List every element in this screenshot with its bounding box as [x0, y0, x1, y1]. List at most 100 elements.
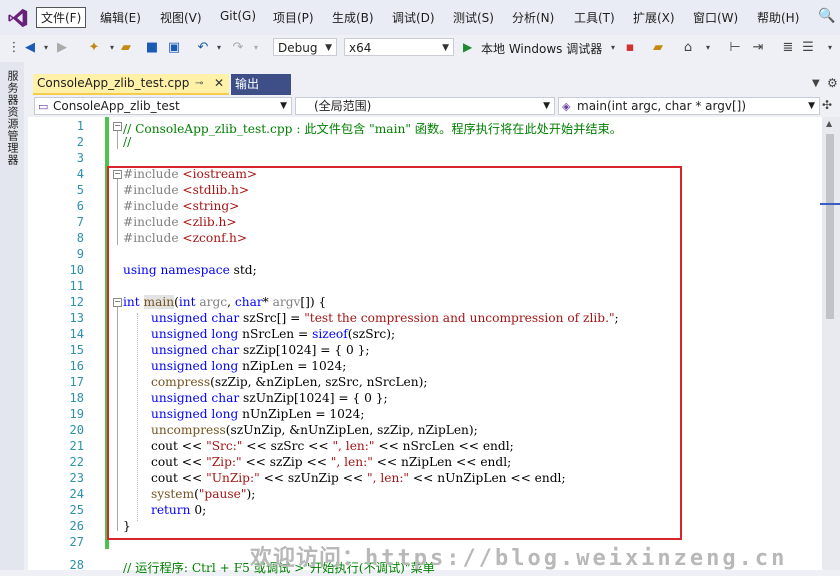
line-number: 1	[76, 119, 84, 133]
scrollbar-caret-marker	[820, 203, 840, 205]
scope-select[interactable]: (全局范围) ▼	[295, 97, 555, 115]
chevron-down-icon: ▼	[543, 101, 550, 111]
line-number: 27	[69, 535, 84, 549]
line-number: 9	[76, 247, 84, 261]
member-value: main(int argc, char * argv[])	[577, 99, 747, 113]
cpp-project-icon: ▭	[38, 100, 49, 113]
find-in-files-icon[interactable]: ▰	[650, 40, 666, 56]
menu-item-2[interactable]: 视图(V)	[160, 9, 202, 26]
menu-bar: 文件(F) 编辑(E) 视图(V) Git(G) 项目(P) 生成(B) 调试(D) 测试(S…	[0, 0, 840, 35]
uncomment-icon[interactable]: ☰	[800, 40, 816, 56]
scope-value: (全局范围)	[314, 99, 372, 113]
undo-icon[interactable]: ↶	[195, 40, 211, 56]
pin-icon[interactable]: ⊸	[195, 74, 203, 93]
configuration-value: Debug	[278, 41, 318, 55]
back-dropdown-icon[interactable]: ▾	[38, 40, 54, 56]
save-icon[interactable]: ■	[144, 40, 160, 56]
line-number: 20	[69, 423, 84, 437]
menu-item-1[interactable]: 编辑(E)	[100, 9, 141, 26]
menu-item-7[interactable]: 测试(S)	[453, 9, 494, 26]
line-number: 5	[76, 183, 84, 197]
line-number: 6	[76, 199, 84, 213]
toolbar-grip-icon: ⋮	[7, 40, 21, 55]
menu-item-11[interactable]: 窗口(W)	[693, 9, 738, 26]
tab-output[interactable]: 输出	[231, 74, 291, 95]
visual-studio-logo-icon[interactable]	[7, 7, 29, 29]
line-number: 21	[69, 439, 84, 453]
highlight-annotation-box	[107, 166, 682, 540]
home-dropdown-icon[interactable]: ▾	[700, 40, 716, 56]
line-number: 13	[69, 311, 84, 325]
comment-icon[interactable]: ≣	[780, 40, 796, 56]
standard-toolbar: ⋮ ◀ ▾ ▶ ✦ ▾ ▰ ■ ▣ ↶ ▾ ↷ ▾ Debug ▼ x64 ▼ ▶ …	[0, 35, 840, 62]
project-select[interactable]: ▭ ConsoleApp_zlib_test ▼	[34, 97, 292, 115]
back-icon[interactable]: ◀	[22, 40, 38, 56]
member-select[interactable]: ◈ main(int argc, char * argv[]) ▼	[558, 97, 820, 115]
save-all-icon[interactable]: ▣	[166, 40, 182, 56]
search-icon[interactable]: 🔍	[818, 8, 835, 24]
scroll-up-icon[interactable]: ▲	[826, 119, 832, 128]
menu-item-6[interactable]: 调试(D)	[392, 9, 435, 26]
line-number: 3	[76, 151, 84, 165]
redo-icon[interactable]: ↷	[230, 40, 246, 56]
line-number: 10	[69, 263, 84, 277]
menu-item-0[interactable]: 文件(F)	[36, 7, 87, 28]
toolbar-overflow-icon[interactable]: ▾	[822, 40, 838, 56]
line-number: 16	[69, 359, 84, 373]
scrollbar-thumb[interactable]	[826, 134, 834, 319]
chevron-down-icon: ▼	[325, 43, 332, 53]
platform-select[interactable]: x64 ▼	[344, 38, 454, 56]
code-line-2: //	[123, 135, 131, 149]
line-number: 22	[69, 455, 84, 469]
collapse-icon[interactable]: −	[113, 122, 122, 131]
stop-icon[interactable]: ▪	[622, 40, 638, 56]
line-number: 2	[76, 135, 84, 149]
tab-label: 输出	[235, 77, 260, 91]
close-icon[interactable]: ✕	[214, 74, 224, 93]
open-folder-icon[interactable]: ▰	[118, 40, 134, 56]
line-number: 19	[69, 407, 84, 421]
undo-dropdown-icon[interactable]: ▾	[211, 40, 227, 56]
menu-item-9[interactable]: 工具(T)	[574, 9, 615, 26]
start-debugging-button[interactable]: 本地 Windows 调试器	[481, 40, 602, 57]
line-number: 11	[69, 279, 84, 293]
start-debugging-icon[interactable]: ▶	[463, 40, 472, 54]
watermark: 欢迎访问：https://blog.weixinzeng.cn	[250, 540, 787, 572]
line-number: 12	[69, 295, 84, 309]
comment-text: // ConsoleApp_zlib_test.cpp : 此文件包含 "mai…	[123, 122, 622, 136]
new-project-icon[interactable]: ✦	[86, 40, 102, 56]
menu-item-3[interactable]: Git(G)	[220, 9, 256, 23]
tab-list-dropdown-icon[interactable]: ▼	[812, 78, 820, 89]
line-number: 17	[69, 375, 84, 389]
chevron-down-icon: ▼	[808, 101, 815, 111]
menu-item-12[interactable]: 帮助(H)	[757, 9, 799, 26]
debugger-dropdown-icon[interactable]: ▾	[605, 40, 621, 56]
redo-dropdown-icon[interactable]: ▾	[248, 40, 264, 56]
menu-item-8[interactable]: 分析(N)	[512, 9, 554, 26]
line-number: 15	[69, 343, 84, 357]
method-icon: ◈	[562, 100, 571, 113]
menu-item-5[interactable]: 生成(B)	[332, 9, 374, 26]
line-number: 14	[69, 327, 84, 341]
line-number: 8	[76, 231, 84, 245]
split-editor-icon[interactable]: ✣	[822, 98, 832, 112]
server-explorer-tab[interactable]: 服务器资源管理器	[4, 70, 20, 166]
step-into-icon[interactable]: ⊢	[727, 40, 743, 56]
tab-consoleapp-zlib-test-cpp[interactable]: ConsoleApp_zlib_test.cpp ⊸ ✕	[33, 74, 229, 95]
code-line-1: // ConsoleApp_zlib_test.cpp : 此文件包含 "mai…	[123, 119, 622, 137]
line-number: 25	[69, 503, 84, 517]
gear-icon[interactable]: ⚙	[827, 76, 838, 90]
comment-text: //	[123, 135, 132, 149]
home-icon[interactable]: ⌂	[680, 40, 696, 56]
configuration-select[interactable]: Debug ▼	[273, 38, 337, 56]
line-number: 26	[69, 519, 84, 533]
line-number: 24	[69, 487, 84, 501]
line-number: 7	[76, 215, 84, 229]
watermark-url: https://blog.weixinzeng.cn	[365, 546, 788, 571]
line-number: 18	[69, 391, 84, 405]
step-over-icon[interactable]: ⇥	[750, 40, 766, 56]
forward-icon[interactable]: ▶	[54, 40, 70, 56]
menu-item-4[interactable]: 项目(P)	[273, 9, 314, 26]
chevron-down-icon: ▼	[280, 101, 287, 111]
menu-item-10[interactable]: 扩展(X)	[633, 9, 675, 26]
